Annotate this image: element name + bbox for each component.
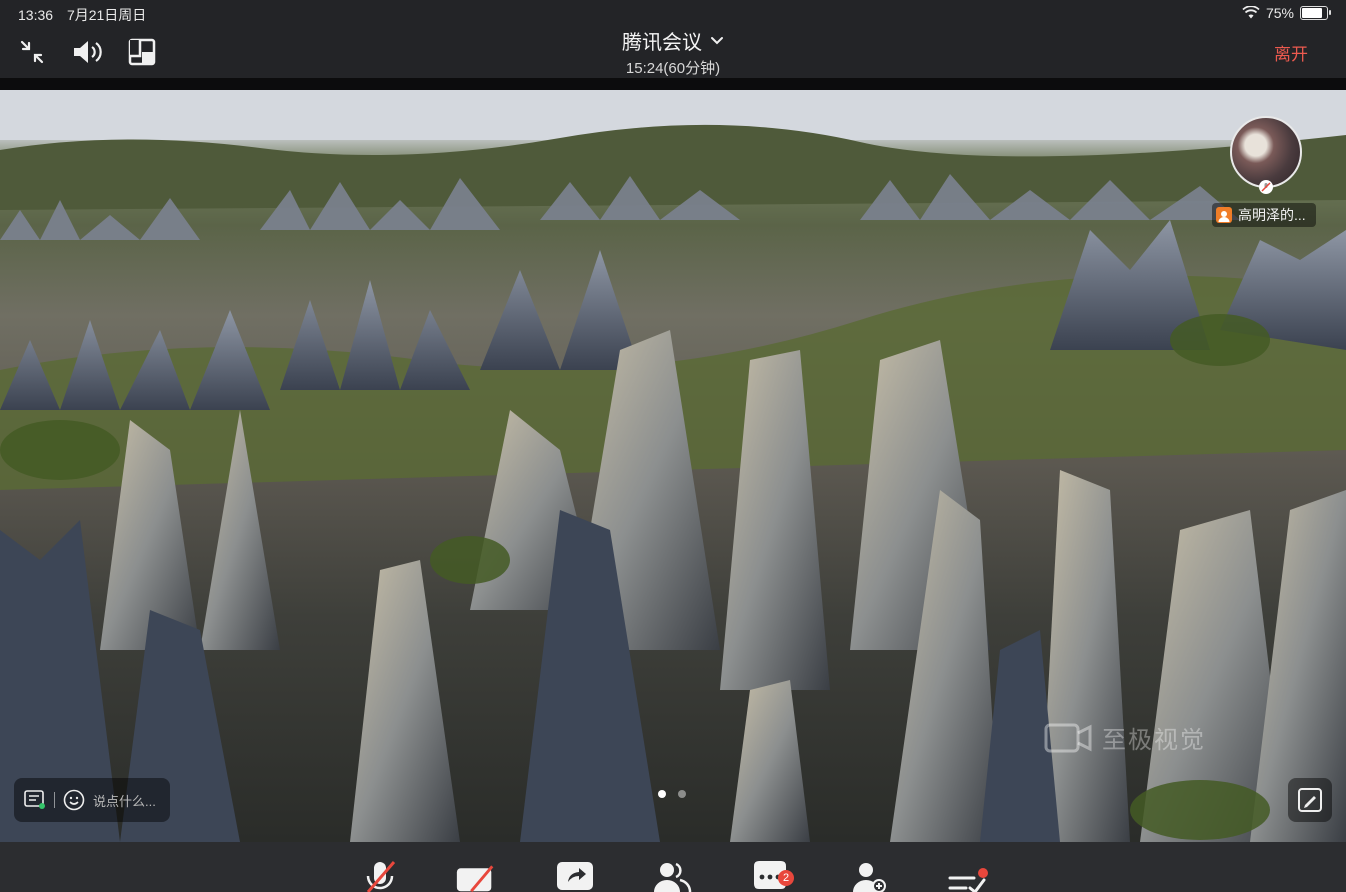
share-screen-button[interactable] <box>553 856 597 892</box>
share-screen-icon <box>557 862 593 890</box>
shared-screen-video: 至极视觉 <box>0 90 1346 842</box>
subtitles-icon[interactable] <box>24 790 46 810</box>
battery-percent: 75% <box>1265 5 1294 21</box>
participants-icon <box>654 862 692 892</box>
participant-name: 高明泽的... <box>1238 207 1306 223</box>
meeting-duration: 15:24(60分钟) <box>625 60 721 77</box>
participants-button[interactable] <box>650 856 694 892</box>
video-watermark: 至极视觉 <box>1044 720 1206 755</box>
chevron-down-icon <box>711 36 723 44</box>
camera-logo-icon <box>1044 723 1092 752</box>
page-indicator <box>658 790 686 798</box>
meeting-title-text: 腾讯会议 <box>622 32 702 54</box>
bottom-toolbar: 2 <box>0 842 1346 892</box>
page-dot-2[interactable] <box>678 790 686 798</box>
chat-button[interactable]: 2 <box>748 856 794 892</box>
status-time: 13:36 <box>18 7 54 23</box>
chat-separator <box>54 792 55 808</box>
settings-button[interactable] <box>944 856 988 892</box>
pencil-icon <box>1298 788 1322 812</box>
person-icon <box>1216 207 1232 223</box>
message-count-badge: 2 <box>778 870 794 886</box>
mute-button[interactable] <box>358 856 402 892</box>
camera-off-icon <box>456 865 494 892</box>
chat-placeholder: 说点什么... <box>93 793 156 809</box>
participant-avatar[interactable] <box>1230 116 1302 188</box>
camera-button[interactable] <box>454 856 498 892</box>
invite-icon <box>853 863 886 892</box>
leave-button[interactable]: 离开 <box>1274 40 1308 65</box>
emoji-icon[interactable] <box>63 789 85 811</box>
meeting-title[interactable]: 腾讯会议 <box>622 26 724 55</box>
status-date: 7月21日周日 <box>66 7 147 23</box>
invite-button[interactable] <box>846 856 890 892</box>
watermark-text: 至极视觉 <box>1102 727 1206 754</box>
chat-input-box[interactable]: 说点什么... <box>14 778 170 822</box>
mic-muted-icon <box>366 861 396 892</box>
annotate-button[interactable] <box>1288 778 1332 822</box>
participant-name-tag: 高明泽的... <box>1212 203 1316 227</box>
header-divider <box>0 78 1346 90</box>
mic-muted-small-icon <box>1259 180 1273 194</box>
settings-notification-dot <box>978 868 988 878</box>
battery-icon <box>1300 6 1331 20</box>
meeting-header: 腾讯会议 15:24(60分钟) 离开 <box>0 26 1346 78</box>
wifi-icon <box>1242 6 1260 19</box>
page-dot-1[interactable] <box>658 790 666 798</box>
status-bar: 13:36 7月21日周日 75% <box>0 0 1346 26</box>
